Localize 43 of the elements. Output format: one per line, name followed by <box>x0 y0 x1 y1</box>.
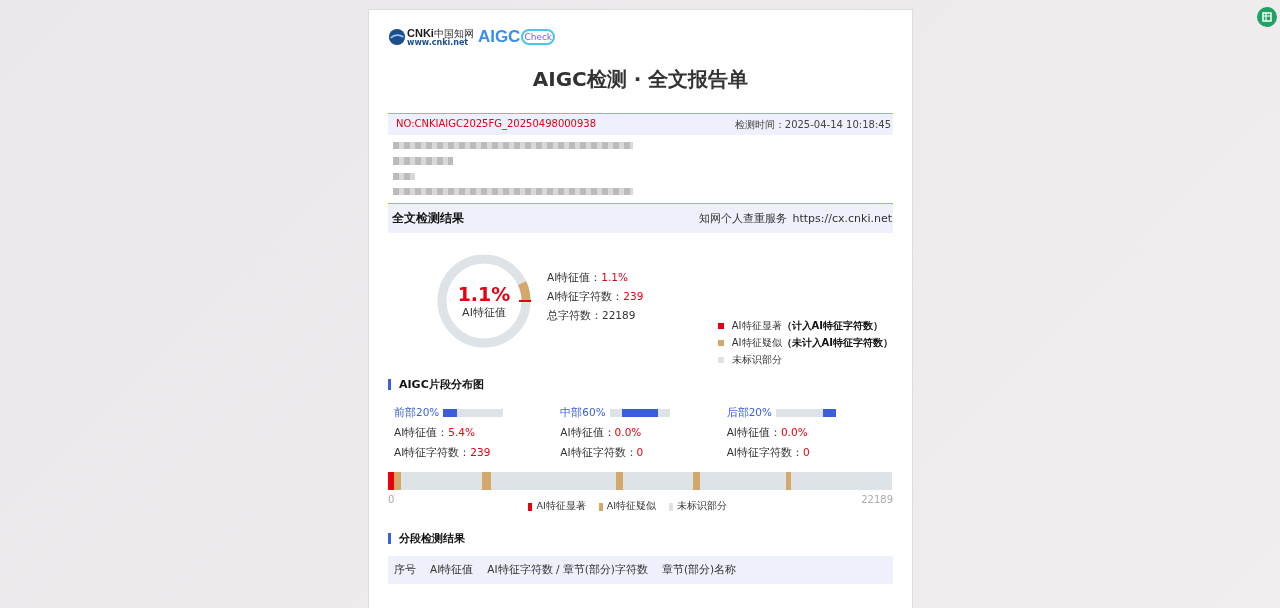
stat-line: AI特征值：1.1% <box>547 271 629 285</box>
service-name: 知网个人查重服务 <box>698 211 787 226</box>
report-number: NO:CNKIAIGC2025FG_20250498000938 <box>396 118 597 132</box>
report-title: AIGC检测 · 全文报告单 <box>531 66 750 93</box>
part-value: AI特征值：5.4% <box>394 426 476 440</box>
part-count: AI特征字符数：239 <box>394 446 492 460</box>
legend-label: AI特征疑似 <box>606 500 657 513</box>
column-header: AI特征字符数 / 章节(部分)字符数 <box>487 563 648 577</box>
column-header: 序号 <box>394 563 416 577</box>
legend-label: 未标识部分 <box>677 500 728 513</box>
spreadsheet-icon[interactable] <box>1257 7 1277 27</box>
aigc-check-logo: AIGC Check <box>477 27 556 47</box>
section-title: 分段检测结果 <box>399 531 465 546</box>
donut-value: 1.1% <box>457 282 511 305</box>
stat-line: AI特征字符数：239 <box>547 290 644 304</box>
part-count: AI特征字符数：0 <box>560 446 645 460</box>
column-header: 章节(部分)名称 <box>661 563 737 577</box>
cnki-logo: CNKi中国知网 www.cnki.net <box>388 27 474 47</box>
part-name: 前部20% <box>394 406 440 420</box>
blurred-text <box>393 172 415 180</box>
position-bar <box>776 409 836 417</box>
part-name: 中部60% <box>560 406 606 420</box>
legend-label: AI特征疑似（未计入AI特征字符数） <box>731 336 893 350</box>
globe-icon <box>388 28 406 46</box>
part-name: 后部20% <box>726 406 772 420</box>
part-count: AI特征字符数：0 <box>726 446 811 460</box>
axis-label: 22189 <box>861 494 893 505</box>
donut-label: AI特征值 <box>462 304 506 320</box>
part-value: AI特征值：0.0% <box>560 426 643 440</box>
service-url: https://cx.cnki.net <box>792 212 892 225</box>
section-title: 全文检测结果 <box>392 210 465 227</box>
blurred-text <box>393 157 453 165</box>
column-header: AI特征值 <box>430 563 474 577</box>
legend-label: 未标识部分 <box>731 353 782 367</box>
legend-label: AI特征显著（计入AI特征字符数） <box>731 319 883 333</box>
axis-label: 0 <box>388 494 395 505</box>
check-time: 检测时间：2025-04-14 10:18:45 <box>734 118 891 132</box>
position-bar <box>609 409 670 417</box>
section-title: AIGC片段分布图 <box>399 377 484 392</box>
stat-line: 总字符数：22189 <box>547 309 637 323</box>
legend-label: AI特征显著 <box>536 500 586 513</box>
part-value: AI特征值：0.0% <box>726 426 809 440</box>
position-bar <box>443 409 504 417</box>
